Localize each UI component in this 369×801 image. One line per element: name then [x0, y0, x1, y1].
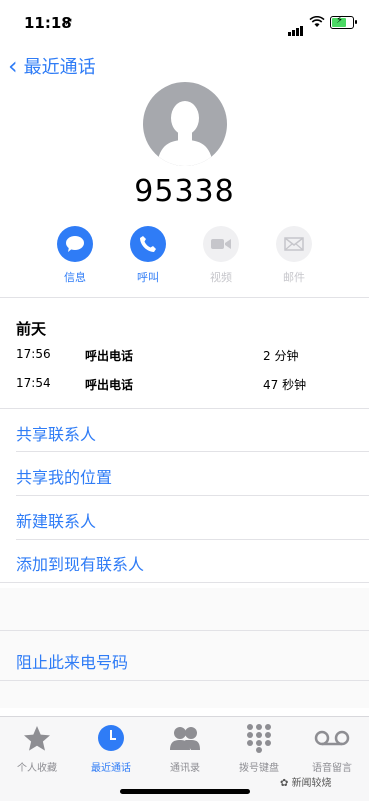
tab-voicemail[interactable]: 语音留言 — [297, 723, 367, 774]
location-arrow-icon: ➚ — [64, 15, 74, 28]
call-history: 前天 17:56 呼出电话 2 分钟 17:54 呼出电话 47 秒钟 — [0, 298, 369, 408]
video-label: 视频 — [210, 271, 232, 284]
tab-favorites[interactable]: 个人收藏 — [2, 723, 72, 774]
message-button[interactable]: 信息 — [45, 226, 105, 285]
cellular-signal-icon — [288, 17, 304, 36]
mail-label: 邮件 — [283, 271, 305, 284]
keypad-icon — [224, 723, 294, 753]
add-to-existing-contact-link[interactable]: 添加到现有联系人 — [16, 551, 144, 575]
watermark-text: 新闻较烧 — [291, 778, 332, 789]
block-caller-link[interactable]: 阻止此来电号码 — [16, 649, 128, 673]
call-duration: 47 秒钟 — [263, 378, 307, 392]
divider — [0, 582, 369, 583]
tab-label: 拨号键盘 — [239, 763, 279, 774]
call-label: 呼叫 — [137, 271, 159, 284]
tab-recents[interactable]: 最近通话 — [76, 723, 146, 774]
tab-contacts[interactable]: 通讯录 — [150, 723, 220, 774]
call-duration: 2 分钟 — [263, 349, 299, 363]
home-indicator[interactable] — [120, 789, 250, 794]
call-day-label: 前天 — [16, 320, 47, 338]
mail-envelope-icon — [276, 226, 312, 262]
call-type: 呼出电话 — [85, 378, 134, 392]
message-label: 信息 — [64, 271, 86, 284]
call-button[interactable]: 呼叫 — [118, 226, 178, 285]
share-location-link[interactable]: 共享我的位置 — [16, 464, 112, 488]
video-button[interactable]: 视频 — [191, 226, 251, 285]
call-type: 呼出电话 — [85, 349, 134, 363]
star-icon — [2, 723, 72, 753]
contacts-icon — [150, 723, 220, 753]
tab-label: 通讯录 — [170, 763, 200, 774]
back-button[interactable]: ‹ 最近通话 — [8, 53, 96, 79]
voicemail-icon — [297, 723, 367, 753]
status-bar: 11:18 ➚ ⚡ — [0, 0, 369, 44]
contact-number: 95338 — [134, 174, 235, 209]
tab-label: 语音留言 — [312, 763, 352, 774]
action-buttons: 信息 呼叫 视频 邮件 — [0, 226, 369, 286]
share-contact-link[interactable]: 共享联系人 — [16, 421, 96, 445]
call-time: 17:54 — [16, 376, 51, 390]
back-label: 最近通话 — [23, 57, 96, 78]
divider — [16, 539, 369, 540]
battery-icon: ⚡ — [330, 15, 357, 29]
phone-icon — [130, 226, 166, 262]
mail-button[interactable]: 邮件 — [264, 226, 324, 285]
divider — [0, 630, 369, 631]
video-camera-icon — [203, 226, 239, 262]
divider — [16, 451, 369, 452]
message-bubble-icon — [57, 226, 93, 262]
call-time: 17:56 — [16, 347, 51, 361]
clock-icon — [76, 723, 146, 753]
new-contact-link[interactable]: 新建联系人 — [16, 508, 96, 532]
section-spacer — [0, 588, 369, 708]
tab-label: 个人收藏 — [17, 763, 57, 774]
divider — [0, 408, 369, 409]
tab-label: 最近通话 — [91, 763, 131, 774]
tab-keypad[interactable]: 拨号键盘 — [224, 723, 294, 774]
chevron-left-icon: ‹ — [8, 52, 18, 80]
wifi-icon — [309, 15, 325, 31]
avatar — [143, 82, 227, 166]
divider — [16, 495, 369, 496]
divider — [0, 680, 369, 681]
watermark: ✿ 新闻较烧 — [280, 778, 332, 789]
